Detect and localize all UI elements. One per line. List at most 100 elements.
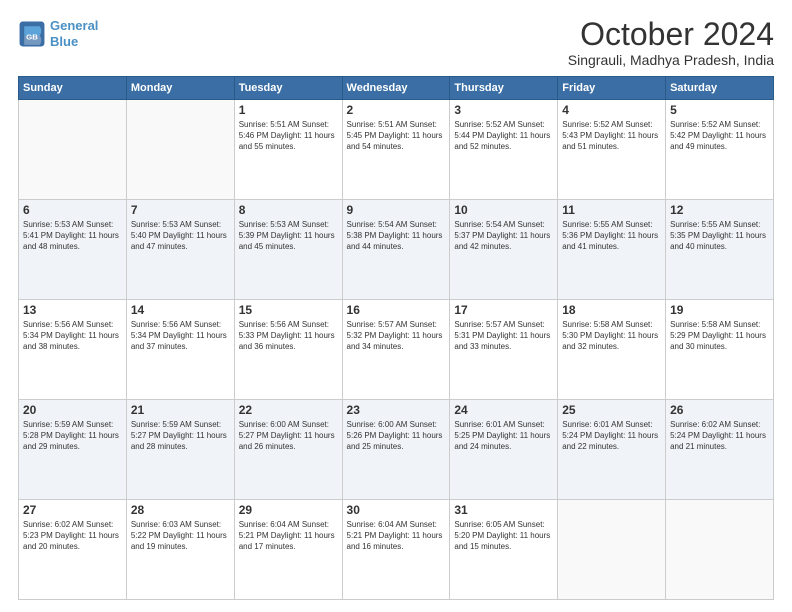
day-number: 30: [347, 503, 446, 517]
col-saturday: Saturday: [666, 77, 774, 100]
table-row: 20 Sunrise: 5:59 AM Sunset: 5:28 PM Dayli…: [19, 400, 127, 500]
calendar-week-row: 6Sunrise: 5:53 AM Sunset: 5:41 PM Daylig…: [19, 200, 774, 300]
table-row: 30 Sunrise: 6:04 AM Sunset: 5:21 PM Dayli…: [342, 500, 450, 600]
day-number: 1: [239, 103, 338, 117]
table-row: 18 Sunrise: 5:58 AM Sunset: 5:30 PM Dayli…: [558, 300, 666, 400]
day-number: 29: [239, 503, 338, 517]
calendar-week-row: 27 Sunrise: 6:02 AM Sunset: 5:23 PM Dayli…: [19, 500, 774, 600]
day-info: Sunrise: 5:56 AM Sunset: 5:33 PM Dayligh…: [239, 319, 338, 353]
table-row: [126, 100, 234, 200]
logo-general: General: [50, 18, 98, 33]
table-row: 25Sunrise: 6:01 AM Sunset: 5:24 PM Dayli…: [558, 400, 666, 500]
month-title: October 2024: [568, 18, 774, 50]
table-row: 4 Sunrise: 5:52 AM Sunset: 5:43 PM Daylig…: [558, 100, 666, 200]
calendar-week-row: 20 Sunrise: 5:59 AM Sunset: 5:28 PM Dayli…: [19, 400, 774, 500]
table-row: 2 Sunrise: 5:51 AM Sunset: 5:45 PM Daylig…: [342, 100, 450, 200]
day-number: 10: [454, 203, 553, 217]
day-info: Sunrise: 5:53 AM Sunset: 5:41 PM Dayligh…: [23, 219, 122, 253]
col-wednesday: Wednesday: [342, 77, 450, 100]
day-info: Sunrise: 5:51 AM Sunset: 5:45 PM Dayligh…: [347, 119, 446, 153]
day-number: 4: [562, 103, 661, 117]
table-row: 14 Sunrise: 5:56 AM Sunset: 5:34 PM Dayli…: [126, 300, 234, 400]
day-number: 31: [454, 503, 553, 517]
day-info: Sunrise: 5:57 AM Sunset: 5:32 PM Dayligh…: [347, 319, 446, 353]
calendar-week-row: 13Sunrise: 5:56 AM Sunset: 5:34 PM Dayli…: [19, 300, 774, 400]
day-info: Sunrise: 5:54 AM Sunset: 5:37 PM Dayligh…: [454, 219, 553, 253]
day-info: Sunrise: 6:03 AM Sunset: 5:22 PM Dayligh…: [131, 519, 230, 553]
day-info: Sunrise: 5:54 AM Sunset: 5:38 PM Dayligh…: [347, 219, 446, 253]
logo: GB General Blue: [18, 18, 98, 49]
table-row: 28Sunrise: 6:03 AM Sunset: 5:22 PM Dayli…: [126, 500, 234, 600]
table-row: 23 Sunrise: 6:00 AM Sunset: 5:26 PM Dayli…: [342, 400, 450, 500]
day-info: Sunrise: 5:52 AM Sunset: 5:44 PM Dayligh…: [454, 119, 553, 153]
header: GB General Blue October 2024 Singrauli, …: [18, 18, 774, 68]
day-info: Sunrise: 6:01 AM Sunset: 5:25 PM Dayligh…: [454, 419, 553, 453]
logo-text: General Blue: [50, 18, 98, 49]
day-number: 18: [562, 303, 661, 317]
location-title: Singrauli, Madhya Pradesh, India: [568, 52, 774, 68]
day-info: Sunrise: 6:05 AM Sunset: 5:20 PM Dayligh…: [454, 519, 553, 553]
day-info: Sunrise: 5:59 AM Sunset: 5:27 PM Dayligh…: [131, 419, 230, 453]
day-number: 7: [131, 203, 230, 217]
svg-text:GB: GB: [26, 32, 38, 41]
col-sunday: Sunday: [19, 77, 127, 100]
day-number: 3: [454, 103, 553, 117]
day-number: 27: [23, 503, 122, 517]
page: GB General Blue October 2024 Singrauli, …: [0, 0, 792, 612]
day-number: 5: [670, 103, 769, 117]
day-number: 24: [454, 403, 553, 417]
table-row: 8Sunrise: 5:53 AM Sunset: 5:39 PM Daylig…: [234, 200, 342, 300]
day-number: 11: [562, 203, 661, 217]
table-row: 31 Sunrise: 6:05 AM Sunset: 5:20 PM Dayli…: [450, 500, 558, 600]
table-row: 29 Sunrise: 6:04 AM Sunset: 5:21 PM Dayli…: [234, 500, 342, 600]
day-info: Sunrise: 6:02 AM Sunset: 5:23 PM Dayligh…: [23, 519, 122, 553]
day-info: Sunrise: 6:00 AM Sunset: 5:27 PM Dayligh…: [239, 419, 338, 453]
day-info: Sunrise: 6:04 AM Sunset: 5:21 PM Dayligh…: [347, 519, 446, 553]
day-info: Sunrise: 5:51 AM Sunset: 5:46 PM Dayligh…: [239, 119, 338, 153]
table-row: [666, 500, 774, 600]
day-number: 12: [670, 203, 769, 217]
day-number: 20: [23, 403, 122, 417]
table-row: 3 Sunrise: 5:52 AM Sunset: 5:44 PM Daylig…: [450, 100, 558, 200]
table-row: 16 Sunrise: 5:57 AM Sunset: 5:32 PM Dayli…: [342, 300, 450, 400]
table-row: 5 Sunrise: 5:52 AM Sunset: 5:42 PM Daylig…: [666, 100, 774, 200]
day-info: Sunrise: 5:59 AM Sunset: 5:28 PM Dayligh…: [23, 419, 122, 453]
day-number: 15: [239, 303, 338, 317]
col-tuesday: Tuesday: [234, 77, 342, 100]
day-info: Sunrise: 5:58 AM Sunset: 5:29 PM Dayligh…: [670, 319, 769, 353]
table-row: 11 Sunrise: 5:55 AM Sunset: 5:36 PM Dayli…: [558, 200, 666, 300]
day-number: 2: [347, 103, 446, 117]
logo-icon: GB: [18, 20, 46, 48]
day-info: Sunrise: 5:52 AM Sunset: 5:43 PM Dayligh…: [562, 119, 661, 153]
day-info: Sunrise: 5:58 AM Sunset: 5:30 PM Dayligh…: [562, 319, 661, 353]
day-number: 23: [347, 403, 446, 417]
calendar-header-row: Sunday Monday Tuesday Wednesday Thursday…: [19, 77, 774, 100]
table-row: 21 Sunrise: 5:59 AM Sunset: 5:27 PM Dayli…: [126, 400, 234, 500]
col-thursday: Thursday: [450, 77, 558, 100]
title-block: October 2024 Singrauli, Madhya Pradesh, …: [568, 18, 774, 68]
day-info: Sunrise: 5:52 AM Sunset: 5:42 PM Dayligh…: [670, 119, 769, 153]
day-info: Sunrise: 5:56 AM Sunset: 5:34 PM Dayligh…: [131, 319, 230, 353]
day-info: Sunrise: 6:02 AM Sunset: 5:24 PM Dayligh…: [670, 419, 769, 453]
day-info: Sunrise: 6:04 AM Sunset: 5:21 PM Dayligh…: [239, 519, 338, 553]
day-info: Sunrise: 5:56 AM Sunset: 5:34 PM Dayligh…: [23, 319, 122, 353]
table-row: [558, 500, 666, 600]
day-info: Sunrise: 5:55 AM Sunset: 5:35 PM Dayligh…: [670, 219, 769, 253]
day-info: Sunrise: 5:53 AM Sunset: 5:39 PM Dayligh…: [239, 219, 338, 253]
day-number: 19: [670, 303, 769, 317]
logo-blue: Blue: [50, 34, 78, 49]
day-number: 9: [347, 203, 446, 217]
day-info: Sunrise: 5:57 AM Sunset: 5:31 PM Dayligh…: [454, 319, 553, 353]
day-number: 21: [131, 403, 230, 417]
day-number: 14: [131, 303, 230, 317]
day-number: 16: [347, 303, 446, 317]
day-info: Sunrise: 5:55 AM Sunset: 5:36 PM Dayligh…: [562, 219, 661, 253]
day-info: Sunrise: 6:00 AM Sunset: 5:26 PM Dayligh…: [347, 419, 446, 453]
table-row: 22 Sunrise: 6:00 AM Sunset: 5:27 PM Dayli…: [234, 400, 342, 500]
table-row: 15 Sunrise: 5:56 AM Sunset: 5:33 PM Dayli…: [234, 300, 342, 400]
day-number: 22: [239, 403, 338, 417]
day-number: 26: [670, 403, 769, 417]
calendar-table: Sunday Monday Tuesday Wednesday Thursday…: [18, 76, 774, 600]
table-row: 17Sunrise: 5:57 AM Sunset: 5:31 PM Dayli…: [450, 300, 558, 400]
day-info: Sunrise: 6:01 AM Sunset: 5:24 PM Dayligh…: [562, 419, 661, 453]
